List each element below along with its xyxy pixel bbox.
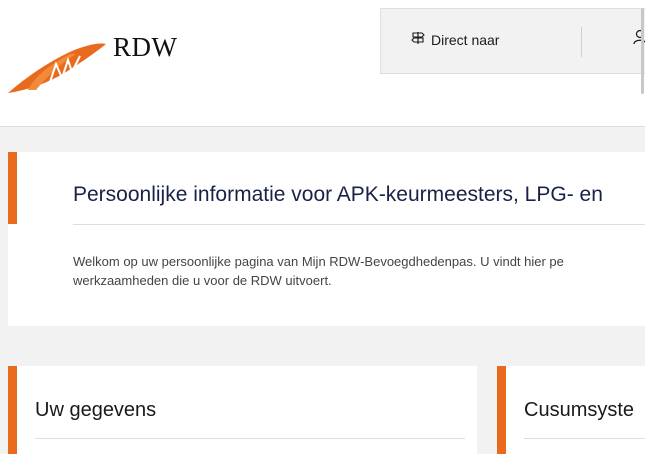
card-uw-gegevens: Uw gegevens xyxy=(8,366,477,454)
signpost-icon xyxy=(411,31,425,48)
direct-naar-button[interactable]: Direct naar xyxy=(411,31,499,48)
card-cusumsysteem: Cusumsyste xyxy=(497,366,645,454)
card-accent-bar xyxy=(497,366,506,454)
page-title: Persoonlijke informatie voor APK-keurmee… xyxy=(73,183,603,206)
header-nav: Direct naar xyxy=(380,8,645,74)
card-title-cusumsysteem: Cusumsyste xyxy=(524,399,635,421)
intro-accent-bar xyxy=(8,152,17,224)
rdw-logo-icon[interactable] xyxy=(6,30,126,100)
intro-text: Welkom op uw persoonlijke pagina van Mij… xyxy=(73,254,564,288)
card-accent-bar xyxy=(8,366,17,454)
logo-text: RDW xyxy=(113,32,178,62)
nav-divider xyxy=(581,27,582,57)
direct-naar-label: Direct naar xyxy=(431,31,500,48)
intro-divider xyxy=(73,224,645,225)
card-divider xyxy=(524,438,645,439)
card-divider xyxy=(35,438,465,439)
intro-card: Persoonlijke informatie voor APK-keurmee… xyxy=(8,152,645,326)
card-title-uw-gegevens: Uw gegevens xyxy=(35,399,157,421)
scrollbar-thumb[interactable] xyxy=(641,8,644,94)
site-header: RDW Direct naar xyxy=(0,0,645,127)
